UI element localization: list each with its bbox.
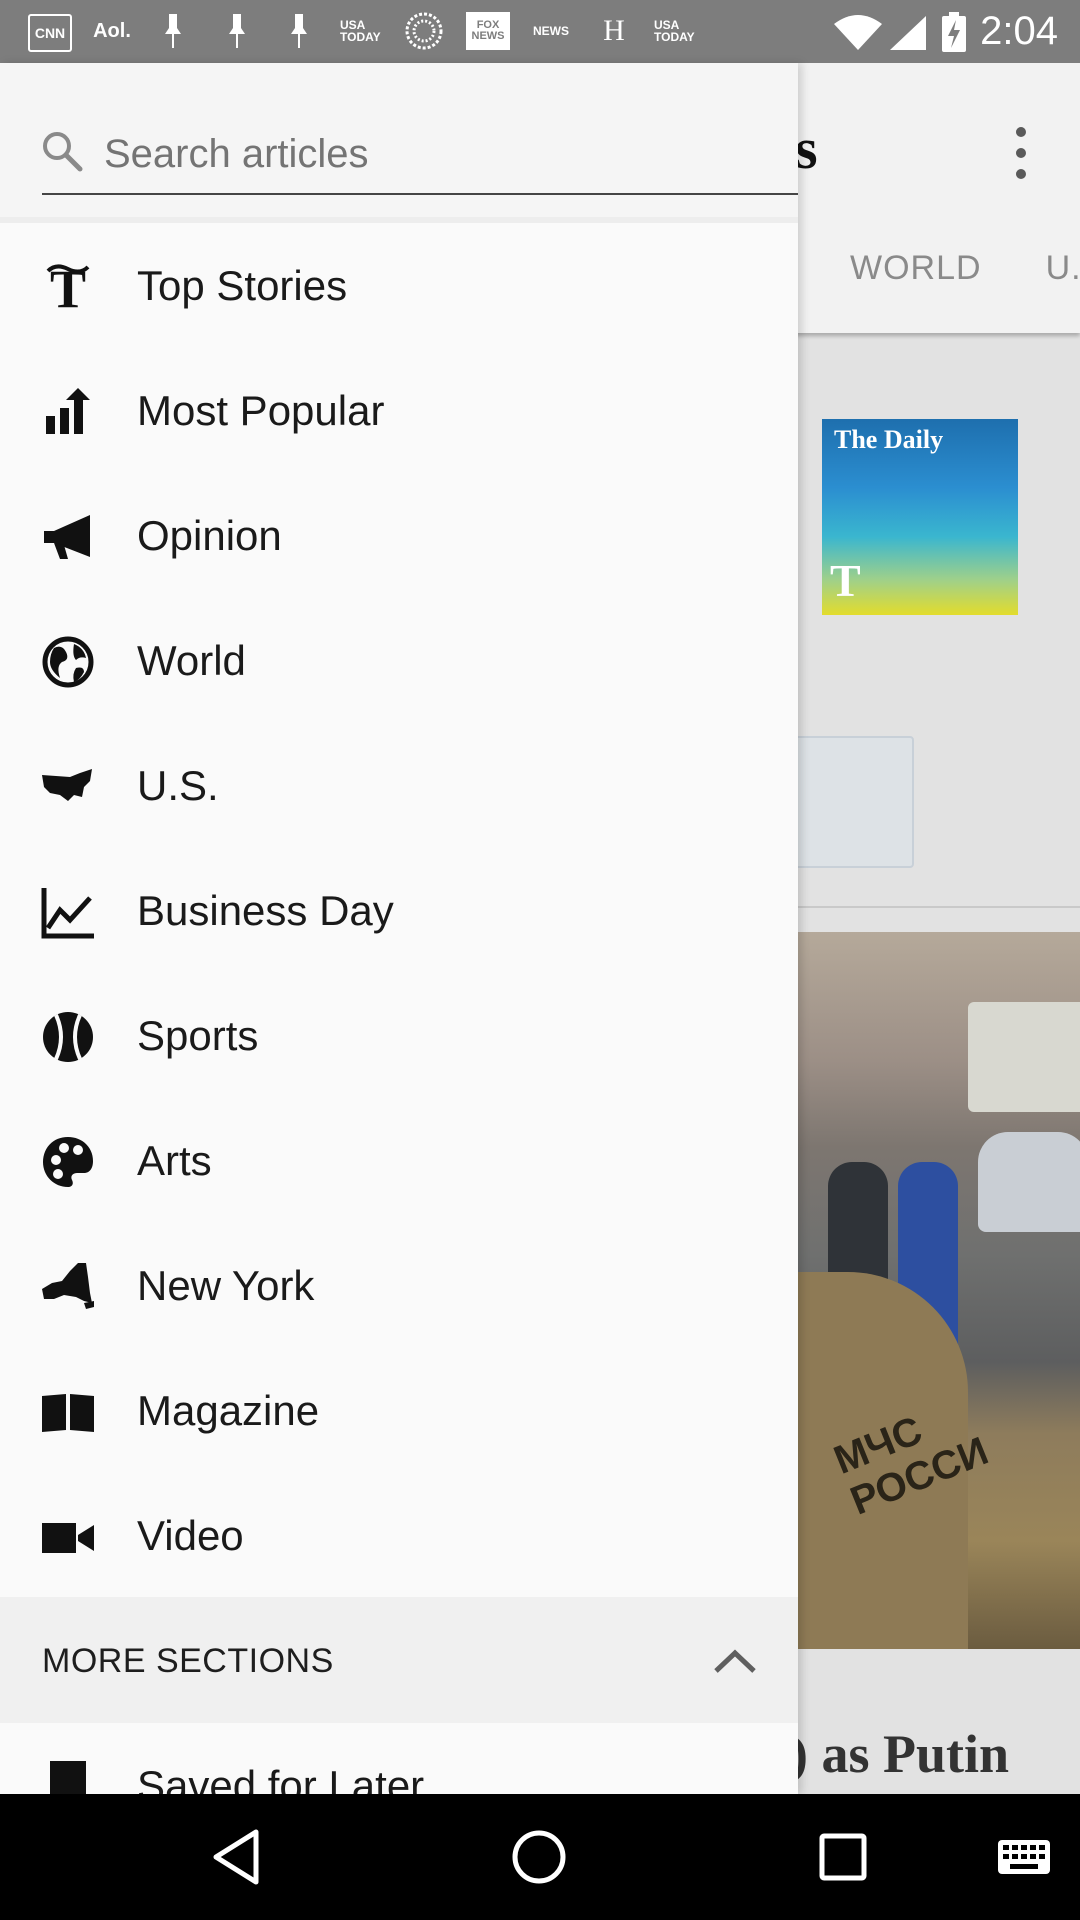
search-underline xyxy=(42,193,798,195)
sidebar-item-new-york[interactable]: New York xyxy=(0,1223,798,1348)
status-bar: CNN Aol. USA TODAY FOX NEWS NEWS H USA T… xyxy=(0,0,1080,63)
nbc-news-notification-icon: NEWS xyxy=(533,24,569,38)
h-notification-icon: H xyxy=(603,14,625,47)
sidebar-item-arts[interactable]: Arts xyxy=(0,1098,798,1223)
sidebar-item-top-stories[interactable]: T Top Stories xyxy=(0,223,798,348)
tab-world[interactable]: WORLD xyxy=(850,249,982,287)
sidebar-item-label: Top Stories xyxy=(137,262,348,309)
book-open-icon xyxy=(42,1394,94,1432)
pin-notification-icon xyxy=(165,14,181,48)
bookmark-icon xyxy=(50,1761,86,1794)
search-input[interactable] xyxy=(104,129,784,179)
search-bar xyxy=(0,63,798,219)
globe-icon xyxy=(42,636,94,688)
sidebar-item-label: U.S. xyxy=(137,762,219,809)
the-daily-podcast-card[interactable]: The Daily T xyxy=(822,419,1018,615)
tab-us[interactable]: U.S. xyxy=(1046,249,1080,287)
sidebar-item-business-day[interactable]: Business Day xyxy=(0,848,798,973)
back-button[interactable] xyxy=(204,1824,270,1890)
nyt-t-icon: T xyxy=(46,259,90,315)
search-icon xyxy=(43,132,83,172)
sidebar-item-world[interactable]: World xyxy=(0,598,798,723)
overflow-menu-icon[interactable] xyxy=(1000,113,1044,193)
sidebar-item-label: World xyxy=(137,637,246,684)
sidebar-item-sports[interactable]: Sports xyxy=(0,973,798,1098)
podcast-title: The Daily xyxy=(834,425,944,454)
sidebar-item-label: Arts xyxy=(137,1137,212,1184)
article-photo[interactable]: МЧС РОССИ xyxy=(798,932,1080,1649)
app-logo: s xyxy=(795,116,818,181)
sidebar-item-label: Video xyxy=(137,1512,244,1559)
aol-notification-icon: Aol. xyxy=(93,19,131,42)
more-sections-header[interactable]: MORE SECTIONS xyxy=(0,1597,798,1723)
palette-icon xyxy=(43,1137,93,1187)
fox-news-notification-icon: FOX NEWS xyxy=(466,12,510,50)
sidebar-item-label: Saved for Later xyxy=(137,1762,425,1794)
sidebar-item-most-popular[interactable]: Most Popular xyxy=(0,348,798,473)
wreath-notification-icon xyxy=(405,12,443,50)
usa-today-notification-icon: USA TODAY xyxy=(340,18,381,44)
content-box xyxy=(790,736,914,868)
new-york-map-icon xyxy=(42,1263,94,1309)
sidebar-item-magazine[interactable]: Magazine xyxy=(0,1348,798,1473)
video-camera-icon xyxy=(42,1523,94,1553)
recents-button[interactable] xyxy=(810,1824,876,1890)
sidebar-item-label: Most Popular xyxy=(137,387,385,434)
sidebar-item-opinion[interactable]: Opinion xyxy=(0,473,798,598)
divider xyxy=(790,906,1080,908)
cell-signal-icon xyxy=(890,16,926,50)
megaphone-icon xyxy=(44,515,90,559)
sidebar-item-saved-for-later[interactable]: Saved for Later xyxy=(0,1723,798,1794)
sidebar-item-label: New York xyxy=(137,1262,315,1309)
system-nav-bar xyxy=(0,1794,1080,1920)
sidebar-item-label: Sports xyxy=(137,1012,259,1059)
section-tabs: WORLD U.S. xyxy=(850,249,1080,288)
sidebar-item-label: Opinion xyxy=(137,512,282,559)
sidebar-item-video[interactable]: Video xyxy=(0,1473,798,1598)
chart-line-icon xyxy=(41,888,94,939)
home-button[interactable] xyxy=(506,1824,572,1890)
more-sections-label: MORE SECTIONS xyxy=(42,1642,334,1680)
usa-today-notification-icon: USA TODAY xyxy=(654,18,695,44)
baseball-icon xyxy=(43,1012,93,1062)
sidebar-item-label: Business Day xyxy=(137,887,394,934)
pin-notification-icon xyxy=(229,14,245,48)
nyt-logo: T xyxy=(830,555,861,606)
status-time: 2:04 xyxy=(980,9,1058,53)
cnn-notification-icon: CNN xyxy=(28,14,72,52)
pin-notification-icon xyxy=(291,14,307,48)
sidebar-item-us[interactable]: U.S. xyxy=(0,723,798,848)
battery-charging-icon xyxy=(942,12,966,52)
sidebar-item-label: Magazine xyxy=(137,1387,320,1434)
chevron-up-icon xyxy=(714,1649,756,1673)
article-headline[interactable]: ) as Putin xyxy=(790,1723,1009,1785)
wifi-icon xyxy=(834,15,882,50)
us-map-icon xyxy=(42,769,92,801)
trending-icon xyxy=(46,388,90,434)
navigation-drawer: T Top Stories Most Popular Opinion World xyxy=(0,63,798,1794)
keyboard-icon[interactable] xyxy=(994,1824,1054,1890)
